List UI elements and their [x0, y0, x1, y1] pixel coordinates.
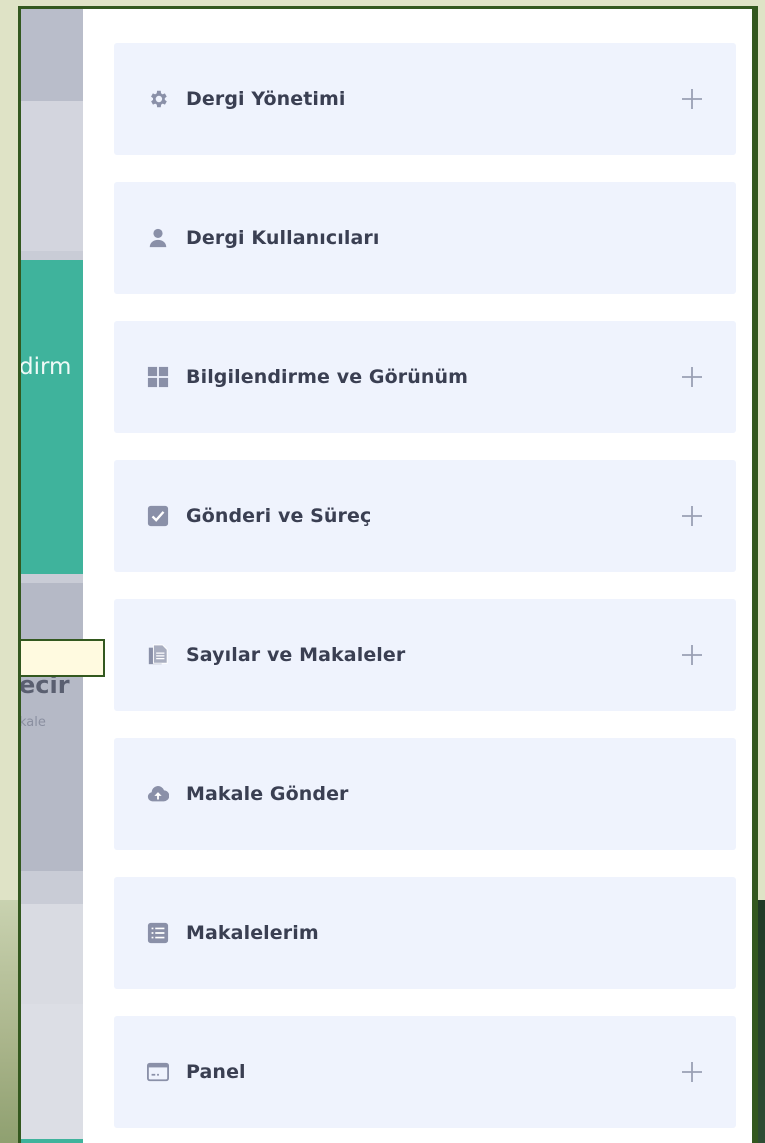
expand-plus-icon[interactable] [680, 87, 704, 111]
cloud-upload-icon [147, 783, 169, 805]
background-foliage-left [0, 900, 20, 1143]
expand-plus-icon[interactable] [680, 1060, 704, 1084]
background-row [21, 1004, 83, 1139]
menu-item-label: Bilgilendirme ve Görünüm [186, 366, 469, 388]
menu-item-bilgilendirme-ve-gorunum[interactable]: Bilgilendirme ve Görünüm [114, 321, 736, 433]
background-row [21, 904, 83, 1004]
documents-icon [147, 644, 169, 666]
menu-item-dergi-yonetimi[interactable]: Dergi Yönetimi [114, 43, 736, 155]
menu-item-label: Panel [186, 1061, 246, 1083]
menu-item-dergi-kullanicilari[interactable]: Dergi Kullanıcıları [114, 182, 736, 294]
background-teal-banner [21, 260, 83, 574]
expand-plus-icon[interactable] [680, 365, 704, 389]
list-icon [147, 922, 169, 944]
expand-plus-icon[interactable] [680, 504, 704, 528]
menu-item-sayilar-ve-makaleler[interactable]: Sayılar ve Makaleler [114, 599, 736, 711]
menu-item-label: Gönderi ve Süreç [186, 505, 372, 527]
menu-item-makalelerim[interactable]: Makalelerim [114, 877, 736, 989]
background-header [21, 9, 83, 101]
grid-icon [147, 366, 169, 388]
background-section [21, 101, 83, 251]
expand-plus-icon[interactable] [680, 643, 704, 667]
menu-item-label: Dergi Yönetimi [186, 88, 346, 110]
menu-item-makale-gonder[interactable]: Makale Gönder [114, 738, 736, 850]
background-teal-strip [21, 1139, 83, 1143]
menu-item-label: Sayılar ve Makaleler [186, 644, 406, 666]
user-icon [147, 227, 169, 249]
checkbox-icon [147, 505, 169, 527]
menu-item-label: Makalelerim [186, 922, 319, 944]
menu-item-panel[interactable]: Panel [114, 1016, 736, 1128]
panel-icon [147, 1061, 169, 1083]
background-card-subtitle: kale [19, 715, 46, 730]
highlight-box [21, 639, 105, 677]
frame-border [752, 9, 755, 1143]
sidebar-menu: Dergi Yönetimi Dergi Kullanıcıları Bilgi… [83, 9, 755, 1143]
menu-item-gonderi-ve-surec[interactable]: Gönderi ve Süreç [114, 460, 736, 572]
background-page: dirm ecir kale [21, 9, 83, 1143]
background-teal-banner-text: dirm [19, 354, 72, 380]
screenshot-frame: dirm ecir kale Dergi Yönetimi Dergi Kull… [18, 6, 758, 1143]
gear-icon [147, 88, 169, 110]
menu-item-label: Dergi Kullanıcıları [186, 227, 380, 249]
menu-item-label: Makale Gönder [186, 783, 349, 805]
